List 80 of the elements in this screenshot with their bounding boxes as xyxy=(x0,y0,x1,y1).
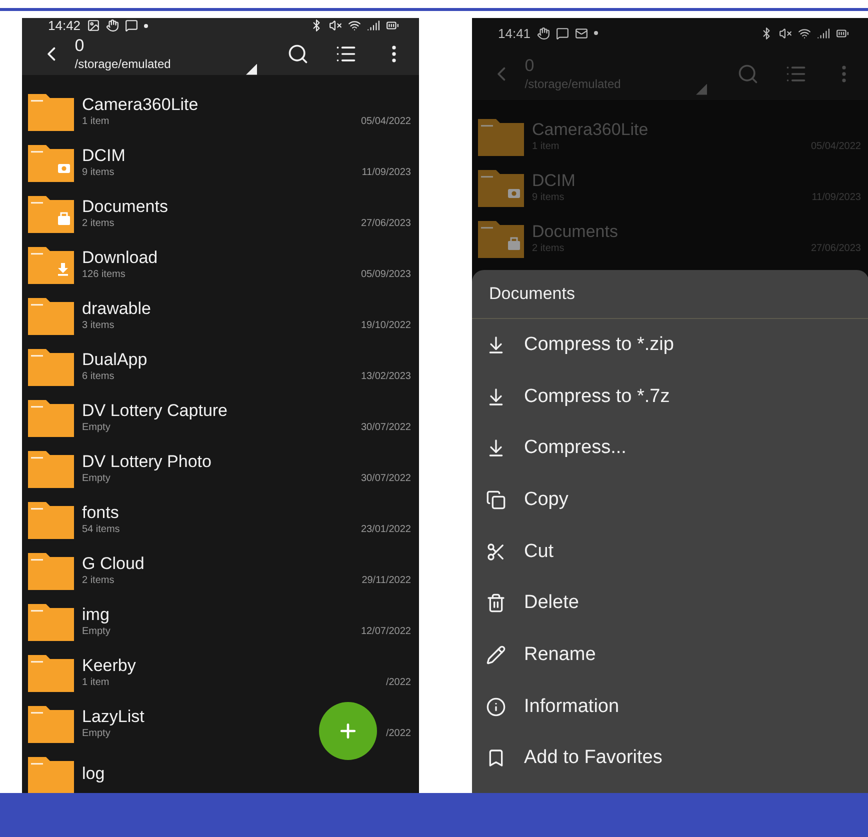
modified-date: 30/07/2022 xyxy=(360,422,411,433)
folder-name[interactable]: Download xyxy=(82,247,411,269)
folder-name[interactable]: fonts xyxy=(82,502,411,524)
menu-item[interactable]: Compress to *.7z xyxy=(472,370,868,422)
folder-title: 0 xyxy=(74,36,86,56)
item-count: Empty xyxy=(82,626,110,637)
hand-icon xyxy=(536,26,550,40)
folder-path: /storage/emulated xyxy=(74,56,172,72)
menu-item[interactable]: Delete xyxy=(472,577,868,630)
status-time: 14:42 xyxy=(48,18,81,33)
modified-date: 05/09/2023 xyxy=(360,269,411,280)
item-count: 6 items xyxy=(82,371,114,382)
mute-icon xyxy=(329,19,342,32)
folder-name[interactable]: DCIM xyxy=(82,145,411,167)
modified-date: 13/02/2023 xyxy=(360,371,411,382)
item-count: 126 items xyxy=(82,269,126,280)
folder-title: 0 xyxy=(524,56,536,76)
menu-item[interactable]: Information xyxy=(472,680,868,732)
dot-icon xyxy=(144,24,148,28)
dot-icon xyxy=(594,31,598,35)
folder-name[interactable]: Documents xyxy=(82,196,411,218)
folder-name[interactable]: log xyxy=(82,762,411,784)
mute-icon xyxy=(779,26,792,40)
signal-icon xyxy=(367,19,380,32)
search-icon[interactable] xyxy=(287,43,309,65)
folder-name[interactable]: Keerby xyxy=(82,655,411,677)
pencil-icon xyxy=(486,644,506,665)
chat-icon xyxy=(556,26,569,40)
item-count: Empty xyxy=(82,422,110,433)
modified-date: 23/01/2022 xyxy=(360,524,411,535)
menu-item[interactable]: Compress... xyxy=(472,422,868,474)
dropdown-corner-icon[interactable] xyxy=(246,63,257,75)
wifi-icon xyxy=(798,26,811,40)
item-count: Empty xyxy=(82,473,110,484)
battery-icon xyxy=(386,19,399,32)
copy-icon xyxy=(486,490,506,510)
folder-name[interactable]: Camera360Lite xyxy=(82,94,411,116)
bluetooth-icon xyxy=(310,19,323,32)
folder-name[interactable]: drawable xyxy=(82,298,411,320)
folder-name[interactable]: DV Lottery Photo xyxy=(82,451,411,473)
image-icon xyxy=(86,19,100,32)
folder-name[interactable]: DualApp xyxy=(82,349,411,371)
hand-icon xyxy=(106,19,119,32)
modified-date: 19/10/2022 xyxy=(360,320,411,331)
item-count: Empty xyxy=(82,728,110,739)
modified-date: /2022 xyxy=(386,677,411,688)
sheet-title: Documents xyxy=(472,270,868,319)
menu-item[interactable]: Rename xyxy=(472,629,868,681)
folder-name[interactable]: LazyList xyxy=(82,706,411,728)
mail-icon xyxy=(574,26,588,40)
item-count: 2 items xyxy=(82,218,114,229)
menu-item[interactable]: Compress to *.zip xyxy=(472,319,868,371)
modified-date: 27/06/2023 xyxy=(360,218,411,229)
item-count: 1 item xyxy=(82,116,110,127)
modified-date: /2022 xyxy=(386,728,411,739)
modified-date: 05/04/2022 xyxy=(360,116,411,127)
modified-date: 12/07/2022 xyxy=(360,626,411,637)
signal-icon xyxy=(817,26,830,40)
scissors-icon xyxy=(486,542,506,562)
item-count: 1 item xyxy=(82,677,110,688)
folder-name[interactable]: G Cloud xyxy=(82,553,411,575)
folder-path: /storage/emulated xyxy=(524,76,622,92)
trash-icon xyxy=(486,593,506,614)
modified-date: 30/07/2022 xyxy=(360,473,411,484)
folder-name[interactable]: DV Lottery Capture xyxy=(82,400,411,422)
status-time: 14:41 xyxy=(498,26,531,40)
item-count: 3 items xyxy=(82,320,114,331)
menu-item[interactable]: Copy xyxy=(472,474,868,526)
modified-date: 29/11/2022 xyxy=(362,575,411,586)
menu-item[interactable]: Cut xyxy=(472,526,868,578)
modified-date: 11/09/2023 xyxy=(362,167,411,178)
bluetooth-icon xyxy=(760,26,773,40)
item-count: 54 items xyxy=(82,524,120,535)
item-count: 9 items xyxy=(82,167,114,178)
chat-icon xyxy=(124,19,138,32)
info-icon xyxy=(486,696,506,717)
menu-item[interactable]: Add to Favorites xyxy=(472,732,868,784)
folder-name[interactable]: img xyxy=(82,604,411,626)
item-count: 2 items xyxy=(82,575,114,586)
battery-icon xyxy=(836,26,849,40)
